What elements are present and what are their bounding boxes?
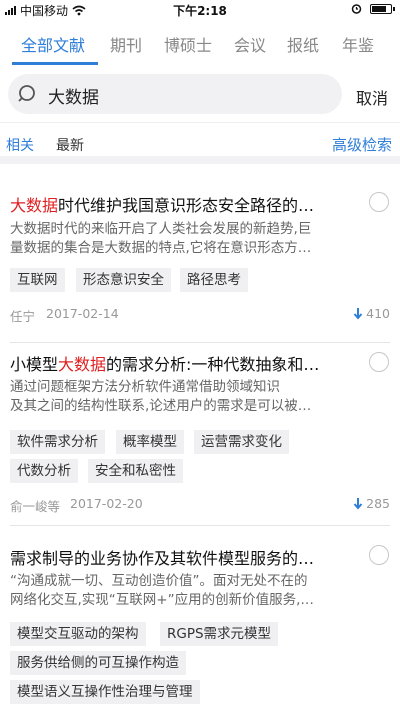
keyword-tag[interactable]: 服务供给侧的可互操作构造 bbox=[10, 651, 186, 675]
keyword-tag[interactable]: 代数分析 bbox=[10, 459, 78, 483]
result-item[interactable]: 大数据时代维护我国意识形态安全路径的… 大数据时代的来临开启了人类社会发展的新趋… bbox=[0, 164, 400, 344]
result-divider bbox=[10, 342, 390, 343]
search-input[interactable]: 大数据 bbox=[8, 74, 342, 114]
result-snippet: “沟通成就一切、互动创造价值”。面对无处不在的 网络化交互,实现“互联网+”应用… bbox=[10, 572, 355, 610]
result-snippet: 通过问题框架方法分析软件通常借助领域知识 及其之间的结构性联系,论述用户的需求是… bbox=[10, 378, 355, 416]
snippet-line: 通过问题框架方法分析软件通常借助领域知识 bbox=[10, 379, 280, 395]
battery-icon bbox=[370, 3, 395, 14]
tab-conferences[interactable]: 会议 bbox=[234, 32, 266, 56]
download-arrow-icon bbox=[353, 497, 363, 510]
active-tab-indicator bbox=[12, 62, 98, 65]
keyword-tag[interactable]: 模型交互驱动的架构 bbox=[10, 622, 146, 646]
sort-relevance[interactable]: 相关 bbox=[6, 135, 34, 155]
search-query: 大数据 bbox=[48, 88, 99, 108]
select-radio[interactable] bbox=[369, 545, 389, 565]
result-date: 2017-02-20 bbox=[70, 496, 143, 511]
sort-bar: 相关 最新 高级检索 bbox=[0, 122, 400, 164]
title-highlight: 大数据 bbox=[58, 355, 107, 374]
snippet-line: 及其之间的结构性联系,论述用户的需求是可以被… bbox=[10, 398, 312, 414]
keyword-tag[interactable]: 软件需求分析 bbox=[10, 430, 105, 454]
result-date: 2017-02-14 bbox=[46, 306, 119, 321]
snippet-line: 网络化交互,实现“互联网+”应用的创新价值服务,… bbox=[10, 592, 314, 608]
title-text: 需求制导的业务协作及其软件模型服务的… bbox=[10, 549, 315, 568]
title-text: 的需求分析:一种代数抽象和… bbox=[106, 355, 320, 374]
status-time: 下午2:18 bbox=[173, 4, 227, 18]
download-count: 410 bbox=[353, 306, 390, 321]
search-icon bbox=[18, 85, 35, 102]
download-count: 285 bbox=[353, 496, 390, 511]
tab-yearbooks[interactable]: 年鉴 bbox=[342, 32, 374, 56]
category-tabs: 全部文献 期刊 博硕士 会议 报纸 年鉴 bbox=[0, 22, 400, 66]
download-count-value: 410 bbox=[366, 306, 390, 321]
keyword-tag[interactable]: RGPS需求元模型 bbox=[160, 622, 279, 646]
result-snippet: 大数据时代的来临开启了人类社会发展的新趋势,巨 量数据的集合是大数据的特点,它将… bbox=[10, 220, 355, 258]
tab-newspapers[interactable]: 报纸 bbox=[287, 32, 319, 56]
title-prefix: 小模型 bbox=[10, 355, 59, 374]
keyword-tag[interactable]: 路径思考 bbox=[180, 268, 248, 292]
download-arrow-icon bbox=[353, 307, 363, 320]
keyword-tag[interactable]: 模型语义互操作性治理与管理 bbox=[10, 680, 200, 704]
keyword-tag[interactable]: 形态意识安全 bbox=[76, 268, 171, 292]
tab-theses[interactable]: 博硕士 bbox=[164, 32, 212, 56]
keyword-tag[interactable]: 安全和私密性 bbox=[88, 459, 183, 483]
keyword-tag[interactable]: 概率模型 bbox=[116, 430, 184, 454]
advanced-search-link[interactable]: 高级检索 bbox=[332, 134, 392, 155]
result-title[interactable]: 需求制导的业务协作及其软件模型服务的… bbox=[10, 545, 362, 569]
result-item[interactable]: 小模型大数据的需求分析:一种代数抽象和… 通过问题框架方法分析软件通常借助领域知… bbox=[0, 344, 400, 527]
result-title[interactable]: 大数据时代维护我国意识形态安全路径的… bbox=[10, 192, 362, 216]
snippet-line: “沟通成就一切、互动创造价值”。面对无处不在的 bbox=[10, 573, 308, 589]
search-row: 大数据 取消 bbox=[0, 68, 400, 122]
status-right bbox=[351, 3, 395, 14]
status-bar: 中国移动 下午2:18 bbox=[0, 0, 400, 20]
result-title[interactable]: 小模型大数据的需求分析:一种代数抽象和… bbox=[10, 351, 362, 375]
sort-newest[interactable]: 最新 bbox=[56, 135, 84, 155]
snippet-line: 大数据时代的来临开启了人类社会发展的新趋势,巨 bbox=[10, 221, 312, 237]
download-count-value: 285 bbox=[366, 496, 390, 511]
title-highlight: 大数据 bbox=[10, 196, 59, 215]
result-divider bbox=[10, 525, 390, 526]
snippet-line: 量数据的集合是大数据的特点,它将在意识形态方… bbox=[10, 240, 312, 256]
cancel-button[interactable]: 取消 bbox=[356, 85, 388, 109]
keyword-tag[interactable]: 互联网 bbox=[10, 268, 65, 292]
alarm-icon bbox=[351, 4, 362, 14]
tab-journals[interactable]: 期刊 bbox=[110, 32, 142, 56]
keyword-tag[interactable]: 运营需求变化 bbox=[194, 430, 289, 454]
result-author: 俞一峻等 bbox=[10, 499, 61, 514]
select-radio[interactable] bbox=[369, 192, 389, 212]
result-item[interactable]: 需求制导的业务协作及其软件模型服务的… “沟通成就一切、互动创造价值”。面对无处… bbox=[0, 527, 400, 713]
result-author: 任宁 bbox=[10, 309, 36, 324]
select-radio[interactable] bbox=[369, 352, 389, 372]
tab-all-documents[interactable]: 全部文献 bbox=[21, 32, 85, 56]
title-text: 时代维护我国意识形态安全路径的… bbox=[58, 196, 315, 215]
